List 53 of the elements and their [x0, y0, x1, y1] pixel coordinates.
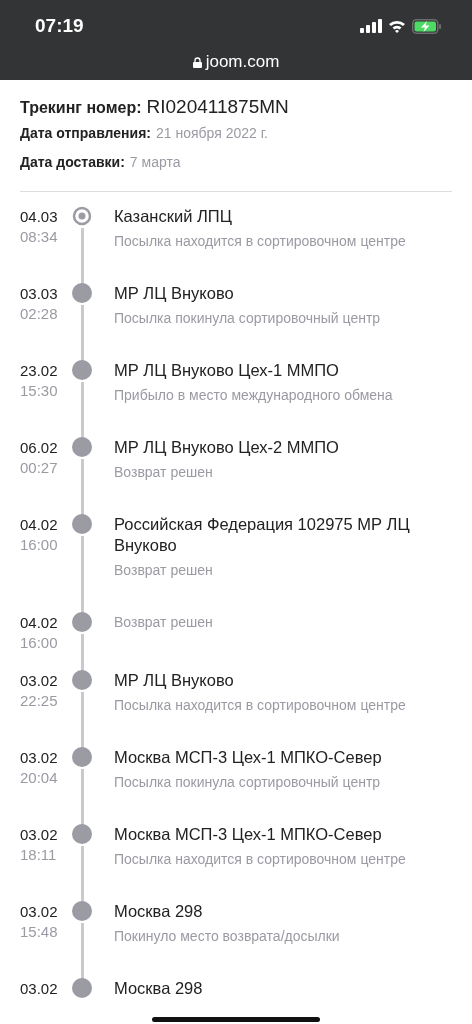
event-title: МР ЛЦ Внуково [114, 670, 235, 691]
field-value: 7 марта [129, 154, 181, 170]
event-date: 04.02 [20, 516, 59, 533]
event-title: МР ЛЦ Внуково Цех-2 ММПО [114, 437, 340, 458]
event-status: Посылка покинула сортировочный центр [114, 773, 382, 792]
event-status: Прибыло в место международного обмена [114, 386, 394, 405]
event-title: Москва 298 [114, 978, 204, 999]
url-text[interactable]: joom.com [205, 52, 280, 72]
event-status: Посылка находится в сортировочном центре [114, 850, 407, 869]
event-date: 04.02 [20, 614, 59, 631]
signal-icon [360, 19, 382, 33]
event-status: Возврат решен [114, 561, 214, 580]
event-time: 02:28 [20, 305, 59, 322]
event-date: 03.02 [20, 826, 59, 843]
battery-charging-icon [412, 18, 442, 34]
event-status: Покинуло место возврата/досылки [114, 927, 341, 946]
event-date: 06.02 [20, 439, 59, 456]
event-time: 22:25 [20, 692, 59, 709]
event-title: Москва МСП-3 Цех-1 МПКО-Север [114, 747, 383, 768]
wifi-icon [388, 19, 406, 33]
event-date: 23.02 [20, 362, 59, 379]
event-time: 15:30 [20, 382, 59, 399]
event-status: Посылка покинула сортировочный центр [114, 309, 382, 328]
event-date: 03.02 [20, 903, 59, 920]
field-label: Дата отправления: [20, 125, 151, 141]
event-title: Казанский ЛПЦ [114, 206, 233, 227]
event-title: Москва МСП-3 Цех-1 МПКО-Север [114, 824, 383, 845]
event-title: Москва 298 [114, 901, 204, 922]
event-status: Посылка находится в сортировочном центре [114, 232, 407, 251]
tracking-number: RI020411875MN [146, 96, 289, 118]
event-time: 18:11 [20, 846, 58, 863]
event-time: 08:34 [20, 228, 59, 245]
event-status: Возврат решен [114, 613, 214, 632]
event-title: Российская Федерация 102975 МР ЛЦ Внуково [114, 514, 411, 556]
event-status: Возврат решен [114, 463, 214, 482]
event-time: 15:48 [20, 923, 59, 940]
event-time: 00:27 [20, 459, 59, 476]
lock-icon [192, 56, 202, 68]
event-date: 03.02 [20, 980, 59, 997]
event-title: МР ЛЦ Внуково [114, 283, 235, 304]
event-title: МР ЛЦ Внуково Цех-1 ММПО [114, 360, 340, 381]
event-time: 20:04 [20, 769, 59, 786]
event-date: 03.02 [20, 749, 59, 766]
tracking-label: Трекинг номер: [20, 99, 142, 117]
status-time: 07:19 [35, 15, 84, 37]
event-time: 16:00 [20, 536, 59, 553]
event-time: 16:00 [20, 634, 59, 651]
event-status: Посылка находится в сортировочном центре [114, 696, 407, 715]
field-value: 21 ноября 2022 г. [155, 125, 268, 141]
field-label: Дата доставки: [20, 154, 125, 170]
event-date: 03.02 [20, 672, 59, 689]
event-date: 03.03 [20, 285, 59, 302]
event-date: 04.03 [20, 208, 59, 225]
